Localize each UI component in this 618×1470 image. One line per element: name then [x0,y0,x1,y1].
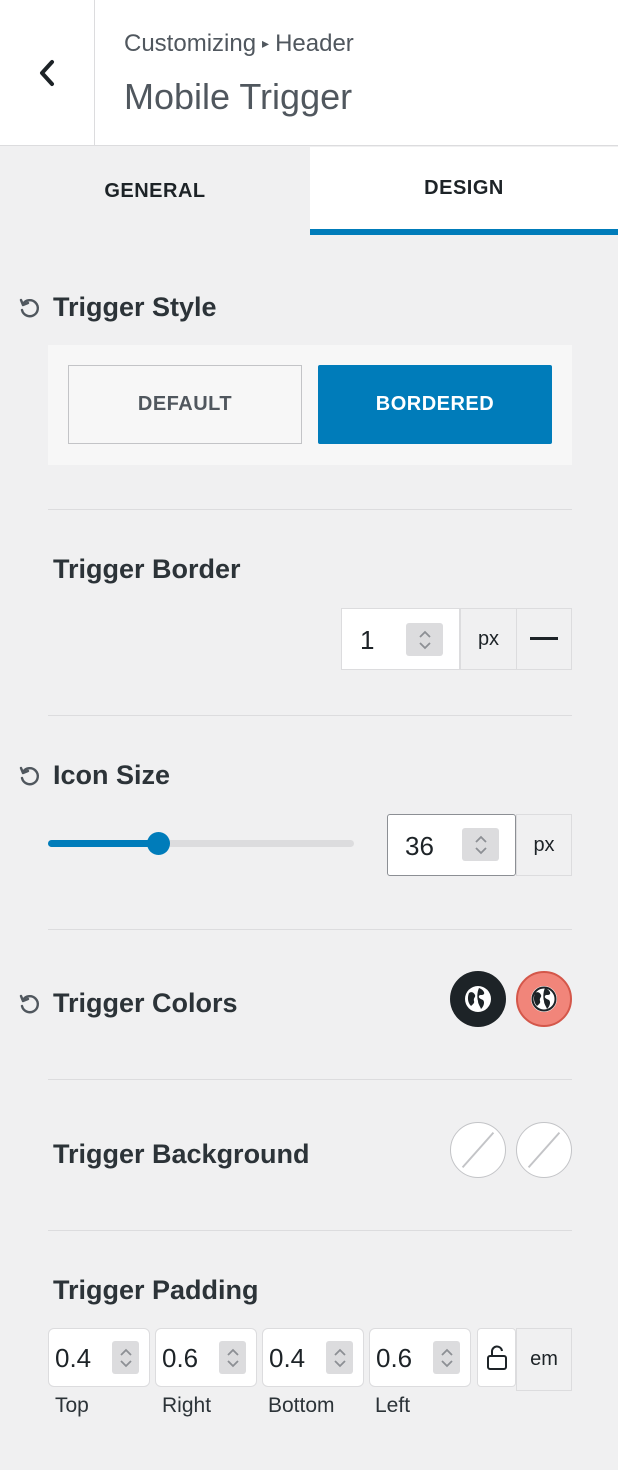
reset-icon[interactable] [18,297,40,319]
globe-icon [465,986,491,1012]
reset-icon[interactable] [18,993,40,1015]
number-spinner[interactable] [112,1341,139,1374]
breadcrumb-separator-icon: ▸ [262,35,270,51]
breadcrumb-root: Customizing [124,30,257,57]
unlock-icon [486,1344,507,1370]
icon-size-input[interactable]: 36 [387,814,516,876]
number-spinner[interactable] [433,1341,460,1374]
icon-size-value: 36 [405,831,434,861]
padding-bottom-label: Bottom [268,1394,335,1417]
padding-right-value: 0.6 [162,1343,199,1373]
padding-top-value: 0.4 [55,1343,92,1373]
padding-top-label: Top [55,1394,89,1417]
padding-right-label: Right [162,1394,212,1417]
padding-top-input[interactable]: 0.4 [48,1328,150,1387]
section-divider [48,509,572,510]
trigger-background-label: Trigger Background [53,1139,310,1169]
padding-link-toggle[interactable] [477,1328,516,1387]
page-title: Mobile Trigger [124,76,353,117]
section-divider [48,1230,572,1231]
icon-size-label: Icon Size [53,760,171,790]
tab-general[interactable]: GENERAL [0,147,310,235]
spinner-arrows-icon [119,1348,132,1367]
trigger-color-swatch-initial[interactable] [450,971,506,1027]
tab-design[interactable]: DESIGN [310,147,618,235]
tab-bar: GENERAL DESIGN [0,147,618,235]
icon-size-slider[interactable] [48,832,354,855]
padding-right-input[interactable]: 0.6 [155,1328,257,1387]
border-width-value: 1 [360,625,375,655]
border-width-input[interactable]: 1 [341,608,460,670]
number-spinner[interactable] [219,1341,246,1374]
section-divider [48,715,572,716]
trigger-color-swatch-hover[interactable] [516,971,572,1027]
panel-header: Customizing ▸ Header Mobile Trigger [0,0,618,146]
padding-left-value: 0.6 [376,1343,413,1373]
spinner-arrows-icon [474,835,487,854]
padding-bottom-value: 0.4 [269,1343,306,1373]
section-divider [48,929,572,930]
padding-unit-button[interactable]: em [516,1328,572,1391]
spinner-arrows-icon [418,630,431,649]
spinner-arrows-icon [226,1348,239,1367]
padding-bottom-input[interactable]: 0.4 [262,1328,364,1387]
breadcrumb-section: Header [275,30,354,57]
icon-size-unit-button[interactable]: px [516,814,572,876]
number-spinner[interactable] [406,623,443,656]
no-color-icon [527,1132,561,1168]
padding-left-input[interactable]: 0.6 [369,1328,471,1387]
breadcrumb: Customizing ▸ Header [124,30,354,58]
number-spinner[interactable] [326,1341,353,1374]
style-default-button[interactable]: DEFAULT [68,365,302,444]
trigger-border-label: Trigger Border [53,554,241,584]
trigger-style-selector: DEFAULT BORDERED [48,345,572,465]
reset-icon[interactable] [18,765,40,787]
trigger-colors-label: Trigger Colors [53,988,238,1018]
globe-icon [531,986,557,1012]
back-button[interactable] [0,0,95,146]
trigger-padding-label: Trigger Padding [53,1275,259,1305]
slider-fill [48,840,159,847]
trigger-style-label: Trigger Style [53,292,217,322]
spinner-arrows-icon [333,1348,346,1367]
trigger-background-swatch-hover[interactable] [516,1122,572,1178]
border-style-button[interactable] [516,608,572,670]
no-color-icon [461,1132,495,1168]
solid-line-icon [530,637,558,640]
slider-handle[interactable] [147,832,171,855]
number-spinner[interactable] [462,828,499,861]
section-divider [48,1079,572,1080]
border-unit-button[interactable]: px [460,608,517,670]
chevron-left-icon [40,60,54,86]
style-bordered-button[interactable]: BORDERED [318,365,552,444]
spinner-arrows-icon [440,1348,453,1367]
padding-left-label: Left [375,1394,411,1417]
trigger-background-swatch-initial[interactable] [450,1122,506,1178]
